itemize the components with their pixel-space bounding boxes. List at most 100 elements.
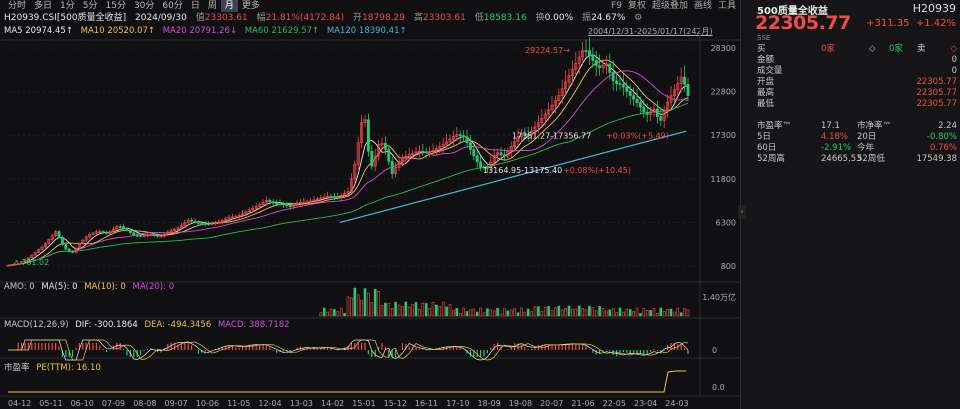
perf-60d-value: -2.91% [821,143,852,153]
perf-row-2: 60日 -2.91% 今年 0.76% [757,143,957,154]
volume-bar [584,309,588,317]
volume-bar [435,304,438,317]
x-tick-label: 07-09 [102,399,125,408]
volume-bar [469,309,472,317]
volume-bar [591,307,595,317]
volume-bar [598,306,601,317]
candle-body [475,155,479,163]
candle-body [71,251,75,253]
x-tick-label: 21-06 [571,399,594,408]
y-tick-label: 28300 [711,44,736,53]
candle-body [615,80,619,85]
volume-bar [329,308,333,317]
perf-60d-label: 60日 [757,143,777,153]
volume-bar [652,308,656,317]
candle-body [152,234,156,236]
price-change: +311.35 +1.42% [866,18,956,29]
volume-bar [530,311,533,317]
volume-bar [322,307,326,317]
perf-ytd-label: 今年 [857,143,875,153]
macd-zero: 0 [712,346,717,355]
x-tick-label: 05-11 [39,399,62,408]
volume-bar [438,306,442,317]
candle-body [625,86,629,92]
candle-body [156,234,160,237]
x-tick-label: 15-12 [384,399,407,408]
volume-bar [520,307,523,317]
volume-bar [523,311,527,317]
volume-bar [326,311,329,317]
candle-body [424,151,428,154]
x-tick-label: 13-03 [290,399,313,408]
stat-row: 金额 0 [757,55,957,66]
volume-bar [319,312,323,317]
volume-bar [615,312,618,317]
candle-body [468,142,472,150]
candle-body [336,196,340,199]
volume-bar [397,304,401,317]
change-pct: +1.42% [915,18,956,29]
volume-bar [550,310,554,317]
x-tick-label: 11-05 [227,399,250,408]
volume-bar [608,309,612,317]
pe-value: PE(TTM): 16.10 [36,363,101,373]
buy-label: 买 [757,44,766,54]
peak-annotation: 29224.57→ [525,46,570,55]
candle-body [193,220,197,223]
low2-change: +0.08%(+10.45) [563,166,631,175]
candle-body [281,203,285,206]
kline-chart[interactable]: 28300 22800 17300 11800 6300 800 29224.57→ 1735… [0,0,740,409]
volume-bar [503,307,506,317]
volume-bar [554,307,557,317]
candle-body [387,148,391,162]
volume-bar [645,310,649,317]
candle-body [329,195,333,198]
volume-bar [367,292,370,317]
stat-label: 最高 [757,88,775,98]
volume-bar [370,302,374,317]
amo-ma5: MA(5): 0 [41,282,78,292]
volume-bar [571,308,574,317]
collapse-arrow-icon[interactable]: › [738,205,746,219]
volume-bar [384,302,387,317]
low1-annotation: 17351.27-17356.77 [512,131,591,140]
volume-bar [424,303,428,317]
stat-value: 22305.77 [916,77,957,87]
perf-20d-label: 20日 [857,132,877,142]
candle-body [642,106,646,113]
stat-label: 成交量 [757,66,783,76]
volume-bar [407,306,411,317]
y-tick-label: 6300 [716,218,736,227]
candle-body [598,65,602,68]
pe-label: 市盈率 [4,363,30,373]
x-tick-label: 17-10 [446,399,469,408]
candle-body [628,91,632,97]
candle-body [332,196,336,198]
volume-bar [431,301,435,317]
buy-value: 0家 [821,44,835,54]
candle-body [621,84,625,88]
candle-body [207,223,211,226]
pe-scale: 0.0 [712,383,725,392]
volume-bar [588,305,591,317]
volume-bar [414,302,418,317]
candle-body [57,231,61,238]
candle-body [587,50,591,56]
pe-legend: 市盈率 PE(TTM): 16.10 [4,361,105,373]
candle-body [190,219,194,222]
volume-bar [390,308,394,317]
sell-arrow-icon: ◇ [950,44,957,54]
amo-legend: AMO: 0 MA(5): 0 MA(10): 0 MA(20): 0 [4,282,178,292]
x-tick-label: 15-01 [352,399,375,408]
pb-ratio-value: 2.24 [938,121,957,131]
candle-body [635,98,639,103]
macd-legend: MACD(12,26,9) DIF: -300.1864 DEA: -494.3… [4,320,294,330]
x-tick-label: 08-08 [133,399,156,408]
perf-20d-value: -0.80% [926,132,957,142]
volume-bar [380,304,384,317]
volume-bar [676,307,680,317]
y-tick-label: 11800 [711,175,736,184]
macd-label: MACD(12,26,9) [4,320,69,330]
sidebar-code: H20939 [912,2,956,15]
volume-bar [421,302,425,317]
